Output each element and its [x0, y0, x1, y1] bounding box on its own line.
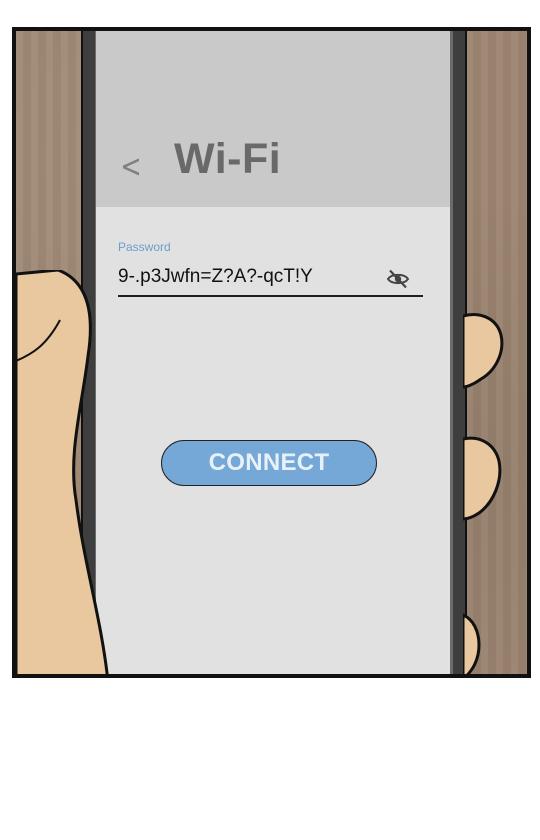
- page-title: Wi-Fi: [174, 135, 282, 183]
- left-hand-thumb: [16, 270, 109, 674]
- password-input[interactable]: 9-.p3Jwfn=Z?A?-qcT!Y: [118, 263, 423, 297]
- right-finger-bottom: [463, 613, 481, 674]
- right-finger-middle: [463, 436, 502, 521]
- comic-panel: < Wi-Fi Password 9-.p3Jwfn=Z?A?-qcT!Y CO…: [12, 27, 531, 678]
- phone-screen: < Wi-Fi Password 9-.p3Jwfn=Z?A?-qcT!Y CO…: [96, 31, 450, 674]
- connect-button[interactable]: CONNECT: [161, 440, 377, 486]
- password-value: 9-.p3Jwfn=Z?A?-qcT!Y: [118, 266, 313, 287]
- back-button[interactable]: <: [117, 147, 144, 185]
- eye-slash-icon[interactable]: [385, 267, 411, 291]
- right-finger-top: [463, 313, 504, 389]
- password-label: Password: [118, 240, 171, 254]
